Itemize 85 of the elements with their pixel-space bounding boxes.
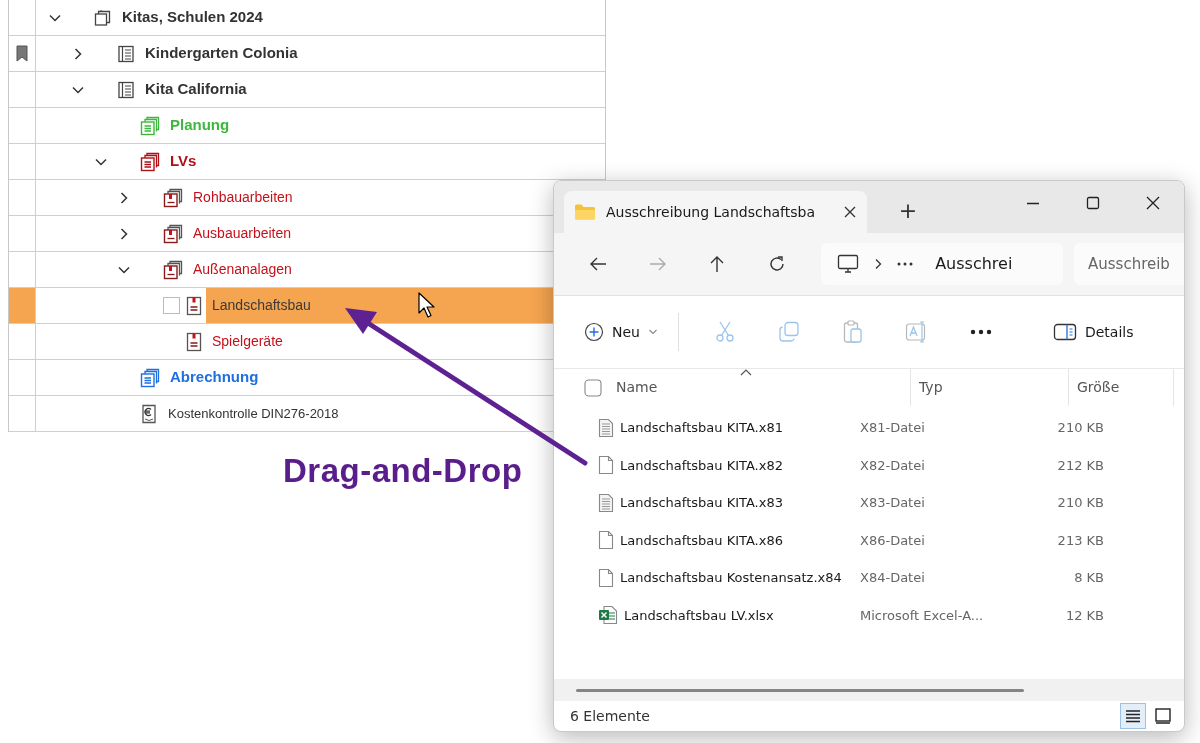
file-row[interactable]: Landschaftsbau KITA.x81 X81-Datei 210 KB — [554, 409, 1184, 447]
stacked-pages-icon — [94, 8, 112, 27]
file-type: X86-Datei — [859, 531, 926, 550]
column-header[interactable]: Typ — [919, 377, 943, 398]
file-row[interactable]: Landschaftsbau KITA.x83 X83-Datei 210 KB — [554, 484, 1184, 522]
caret-icon — [647, 328, 658, 336]
document-stack-icon — [140, 115, 160, 136]
new-tab-button[interactable]: + — [897, 193, 919, 229]
list-book-icon — [117, 80, 135, 99]
document-stack-icon — [163, 259, 183, 280]
text-file-icon — [598, 417, 614, 438]
folder-icon — [574, 203, 596, 221]
tree-item-label[interactable]: Abrechnung — [164, 360, 265, 395]
close-icon[interactable] — [1146, 196, 1160, 210]
details-button[interactable]: Details — [1048, 317, 1138, 347]
details-pane-icon — [1052, 323, 1077, 341]
mouse-cursor-icon — [418, 292, 436, 319]
blank-file-icon — [598, 567, 614, 588]
tree-item-label[interactable]: Ausbauarbeiten — [187, 216, 298, 251]
checkbox[interactable] — [163, 297, 180, 314]
file-name: Landschaftsbau KITA.x82 — [620, 456, 783, 475]
back-arrow-icon[interactable] — [588, 255, 607, 273]
tree-item-label[interactable]: Außenanalagen — [187, 252, 298, 287]
maximize-icon[interactable] — [1086, 196, 1100, 210]
tree-item-label[interactable]: Spielgeräte — [206, 324, 289, 359]
file-type: X83-Datei — [859, 494, 926, 512]
tree-item-label[interactable]: Kindergarten Colonia — [139, 36, 304, 71]
annotation-label: Drag-and-Drop — [283, 451, 523, 491]
file-size: 213 KB — [1056, 531, 1104, 550]
document-stack-icon — [163, 223, 183, 244]
blank-file-icon — [598, 455, 614, 476]
file-name: Landschaftsbau KITA.x86 — [620, 531, 783, 550]
file-size: 12 KB — [1064, 606, 1104, 625]
file-size: 212 KB — [1056, 456, 1104, 475]
list-book-icon — [117, 44, 135, 63]
tree-item-label[interactable]: LVs — [164, 144, 203, 179]
select-all-checkbox[interactable] — [584, 378, 602, 397]
file-name: Landschaftsbau KITA.x83 — [620, 494, 783, 512]
item-count: 6 Elemente — [570, 706, 650, 726]
chevron-right-icon — [873, 258, 884, 270]
file-size: 210 KB — [1056, 419, 1104, 437]
file-size: 210 KB — [1056, 494, 1104, 512]
tree-item-label[interactable]: Kostenkontrolle DIN276-2018 — [162, 396, 345, 431]
column-header[interactable]: Größe — [1077, 377, 1120, 398]
tree-item-label[interactable]: Kitas, Schulen 2024 — [116, 0, 269, 35]
details-view-button[interactable] — [1120, 703, 1146, 729]
file-row[interactable]: Landschaftsbau KITA.x86 X86-Datei 213 KB — [554, 521, 1184, 559]
clipboard-icon[interactable] — [842, 320, 863, 344]
euro-document-icon — [140, 403, 158, 424]
search-field[interactable]: Ausschreib — [1074, 243, 1184, 285]
file-row[interactable]: Landschaftsbau LV.xlsx Microsoft Excel-A... 12 KB — [554, 596, 1184, 634]
document-stack-icon — [163, 187, 183, 208]
file-name: Landschaftsbau KITA.x81 — [620, 419, 783, 437]
file-name: Landschaftsbau Kostenansatz.x84 — [620, 569, 842, 587]
file-name: Landschaftsbau LV.xlsx — [624, 606, 774, 625]
more-icon[interactable] — [969, 329, 992, 335]
document-icon — [186, 331, 202, 352]
sort-ascending-icon — [740, 369, 752, 376]
scrollbar-thumb[interactable] — [576, 688, 1024, 692]
window-tab[interactable]: Ausschreibung Landschaftsba — [564, 191, 867, 233]
plus-circle-icon — [584, 322, 604, 342]
tab-title: Ausschreibung Landschaftsba — [606, 202, 817, 222]
close-icon[interactable] — [843, 205, 857, 219]
more-icon[interactable] — [897, 262, 914, 266]
file-row[interactable]: Landschaftsbau KITA.x82 X82-Datei 212 KB — [554, 446, 1184, 484]
column-header[interactable]: Name — [616, 377, 658, 398]
document-icon — [186, 295, 202, 316]
file-row[interactable]: Landschaftsbau Kostenansatz.x84 X84-Datei 8 KB — [554, 559, 1184, 597]
file-size: 8 KB — [1073, 569, 1104, 587]
blank-file-icon — [598, 530, 614, 551]
document-stack-icon — [140, 151, 160, 172]
refresh-icon[interactable] — [768, 255, 787, 273]
file-type: X84-Datei — [859, 569, 926, 587]
address-bar[interactable]: Ausschrei — [821, 243, 1063, 285]
monitor-icon — [837, 254, 860, 274]
text-file-icon — [598, 492, 614, 513]
file-type: X82-Datei — [859, 456, 926, 475]
address-path: Ausschrei — [935, 253, 1013, 275]
file-type: Microsoft Excel-A... — [859, 606, 985, 625]
document-stack-icon — [140, 367, 160, 388]
tree-item-label[interactable]: Rohbauarbeiten — [187, 180, 299, 215]
tiles-view-icon — [1153, 706, 1173, 726]
spreadsheet-file-icon — [598, 605, 618, 626]
tree-item-label[interactable]: Kita California — [139, 72, 253, 107]
file-type: X81-Datei — [859, 419, 926, 437]
